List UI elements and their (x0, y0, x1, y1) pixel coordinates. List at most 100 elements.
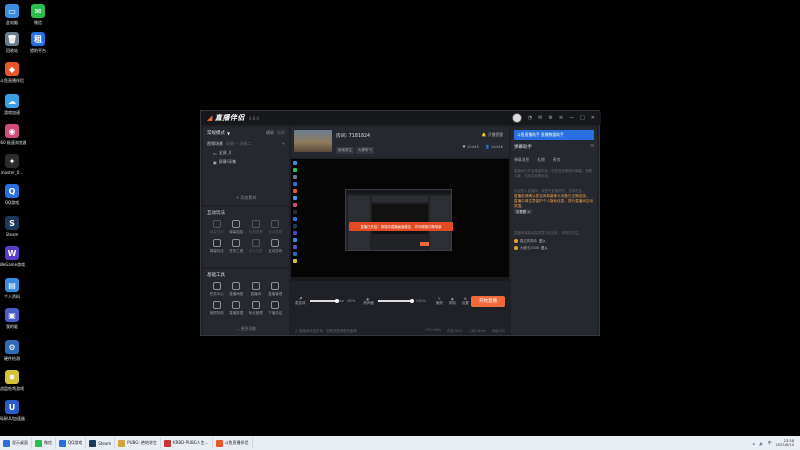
desktop-icon[interactable]: ✉ 微信 (26, 4, 50, 25)
volume-icon[interactable]: 🔊 (759, 441, 764, 446)
record-button[interactable]: ◉ 录制 (449, 297, 456, 306)
interaction-tool[interactable]: 弹幕玩法 (207, 239, 227, 254)
settings-button[interactable]: ⚙ 设置 (462, 297, 469, 306)
menu-icon[interactable]: ≡ (559, 115, 563, 121)
taskbar-item[interactable]: Steam (86, 437, 116, 449)
tab-messages[interactable]: 弹幕消息 (514, 157, 529, 163)
desktop-icon[interactable]: ◉ 360 极速浏览器X (0, 124, 26, 145)
collapse-icon[interactable]: ⊟ (590, 144, 594, 150)
maximize-icon[interactable]: □ (580, 115, 585, 121)
interaction-tool[interactable]: 礼物投票 (246, 220, 266, 235)
interaction-tool[interactable]: 互动游戏 (266, 239, 286, 254)
tool-label: 直播数据 (229, 311, 244, 315)
tool-icon (232, 301, 241, 309)
start-live-button[interactable]: 开始直播 (471, 295, 505, 307)
add-scene-icon[interactable]: + (282, 141, 285, 147)
beauty-button[interactable]: ✎ 美颜 (436, 297, 443, 306)
desktop-icon[interactable]: ⚙ 硬件检测 (0, 340, 24, 361)
desktop-icon[interactable]: S Steam (0, 216, 24, 237)
skin-icon[interactable]: ◔ (528, 115, 532, 121)
taskbar-app-icon (89, 439, 97, 447)
add-source-button[interactable]: + 添加素材 (203, 195, 289, 201)
desktop-icon[interactable]: ▭ 此电脑 (0, 4, 24, 25)
tab-gifts[interactable]: 礼物 (537, 157, 545, 163)
basic-tool[interactable]: 直播数据 (227, 301, 247, 316)
source-item[interactable]: ▭ 全屏_4 (213, 150, 285, 156)
fans-stat: 👤 14446 (485, 144, 503, 149)
interaction-tool[interactable]: 弹幕抽奖 (227, 220, 247, 235)
viewer-name[interactable]: 路过的观众 (520, 238, 537, 243)
user-level-icon (514, 238, 518, 243)
desktop-icon[interactable]: 租猎豹平台 (26, 32, 50, 53)
sources-scenes[interactable]: 场景一 场景二 (226, 141, 251, 147)
settings-icon[interactable]: ⚙ (548, 115, 552, 121)
basic-tool[interactable]: 直播海报 (227, 282, 247, 297)
desktop-icon[interactable]: ◆ 斗鱼直播伴侣 (0, 62, 24, 83)
basic-tool[interactable]: 直播间 (246, 282, 266, 297)
minimize-icon[interactable]: — (569, 115, 574, 121)
scene-mode-dropdown[interactable]: 常规模式 (207, 130, 225, 136)
mic-volume-slider[interactable] (309, 298, 344, 303)
basic-tool[interactable]: 下播总结 (266, 301, 286, 316)
close-icon[interactable]: ✕ (591, 115, 595, 121)
more-functions-button[interactable]: — 更多功能 (203, 326, 289, 332)
viewer-name[interactable]: 大魔王2008 (520, 245, 539, 250)
desktop-icon[interactable]: ▣ 我的驱 (0, 308, 24, 329)
tool-label: 直播间 (250, 292, 262, 296)
mic-control[interactable]: 🎤 麦克风 (295, 297, 306, 306)
speaker-control[interactable]: 🔈 扬声器 (363, 297, 374, 306)
desktop-icon[interactable]: W WeGame游戏 (0, 246, 25, 267)
stream-preview[interactable]: 直播已开启！请保持直播画面稳定，切勿频繁切换场景 (291, 159, 509, 281)
message-icon[interactable]: ✉ (538, 115, 542, 121)
interaction-tool[interactable]: 观众连麦 (246, 239, 266, 254)
source-item[interactable]: ▣ 屏幕/采集 (213, 159, 285, 165)
settings-label: 设置 (461, 300, 469, 305)
ime-indicator[interactable]: 中 (768, 440, 772, 446)
room-tag[interactable]: 大神带飞 (356, 147, 374, 154)
desktop-icon[interactable]: Q QQ游戏 (0, 184, 24, 205)
basic-tool[interactable]: 任务中心 (207, 282, 227, 297)
taskbar-item[interactable]: 斗鱼直播伴侣 (213, 437, 253, 449)
tab-vip[interactable]: 贵宾 (553, 157, 561, 163)
landscape-toggle[interactable]: 横屏 (266, 130, 274, 136)
interaction-tool[interactable]: 任务工具 (227, 239, 247, 254)
taskbar-item[interactable]: 显示桌面 (0, 437, 32, 449)
desktop-icon[interactable]: ☁ 游戏加速 (0, 94, 24, 115)
clock[interactable]: 23:58 2025/6/10 (776, 439, 794, 448)
viewer-entry: 大魔王2008 进入 (514, 245, 594, 250)
control-row: 🎤 麦克风 82% 🔈 扬声器 100% ✎ 美颜 ◉ 录制 ⚙ 设置 开始直播 (291, 291, 509, 311)
room-id: 房间: 7181824 (336, 134, 371, 139)
basic-tool[interactable]: 直播管理 (266, 282, 286, 297)
desktop-icon[interactable]: U 网易UU加速器 (0, 400, 25, 421)
taskbar-item[interactable]: QQ游戏 (56, 437, 87, 449)
tool-icon (271, 220, 280, 228)
desktop-icon[interactable]: 🗑 回收站 (0, 32, 24, 53)
caret-down-icon[interactable]: ▼ (227, 131, 230, 136)
taskbar-item[interactable]: 微信 (32, 437, 56, 449)
interaction-tool[interactable]: 互动答题 (266, 220, 286, 235)
live-reminder[interactable]: 🔔 开播提醒 (482, 132, 503, 138)
speaker-volume-slider[interactable] (377, 298, 414, 303)
tool-label: 互动游戏 (268, 249, 283, 253)
portrait-toggle[interactable]: 竖屏 (277, 130, 285, 136)
room-tag[interactable]: 绝地求生 (336, 147, 354, 154)
taskbar-item-label: 斗鱼直播伴侣 (224, 440, 249, 445)
user-avatar[interactable] (511, 113, 522, 123)
taskbar-item[interactable]: PUBG: 绝地求生 (115, 437, 161, 449)
network-icon[interactable]: ⌂ (753, 441, 755, 446)
basic-tool[interactable]: 粉丝管理 (246, 301, 266, 316)
desktop-icon[interactable]: ✸ 战盘吃鸡游戏 (0, 370, 24, 391)
app-icon: ⚙ (5, 340, 19, 354)
promo-banner[interactable]: 斗鱼直播助手 直播数据助手 (514, 130, 594, 140)
room-cover-thumbnail[interactable] (294, 130, 332, 152)
os-taskbar: 显示桌面 微信 QQ游戏 Steam PUBG: 绝地求生 KRBD-PUBG人生... 斗… (0, 436, 800, 450)
tool-label: 礼物投票 (248, 230, 263, 234)
interaction-tool[interactable]: 弹幕互动 (207, 220, 227, 235)
basic-tool[interactable]: 美颜特效 (207, 301, 227, 316)
desktop-icon-label: 硬件检测 (4, 356, 20, 361)
desktop-icon[interactable]: ▤ 个人资料 (0, 278, 24, 299)
desktop-icon[interactable]: ✦ master_0... (0, 154, 24, 175)
go-see-button[interactable]: 去看看 > (514, 209, 533, 214)
taskbar-item[interactable]: KRBD-PUBG人生... (161, 437, 213, 449)
preview-toast: 直播已开启！请保持直播画面稳定，切勿频繁切换场景 (349, 222, 453, 231)
